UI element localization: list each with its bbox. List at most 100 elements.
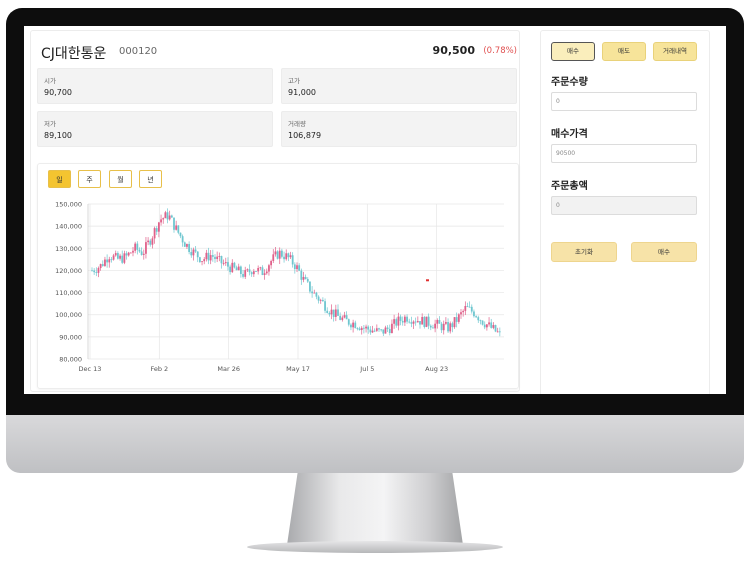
candle-body bbox=[455, 317, 458, 322]
candle-body bbox=[108, 259, 111, 263]
candle-body bbox=[498, 331, 501, 333]
stock-panel: CJ대한통운 000120 90,500 (0.78%) 시가 90,700 고… bbox=[30, 30, 520, 392]
candle-body bbox=[198, 257, 201, 262]
candle-body bbox=[291, 255, 294, 265]
candle-body bbox=[324, 301, 326, 311]
candle-body bbox=[237, 266, 240, 271]
candle-body bbox=[356, 328, 359, 329]
tab-sell[interactable]: 매도 bbox=[602, 42, 646, 61]
candle-body bbox=[270, 260, 273, 266]
low-value: 89,100 bbox=[44, 131, 72, 140]
x-tick-label: Dec 13 bbox=[79, 365, 102, 373]
candle-body bbox=[421, 316, 424, 325]
y-tick-label: 140,000 bbox=[55, 223, 82, 231]
candle-body bbox=[246, 269, 249, 271]
candle-body bbox=[479, 320, 482, 322]
candle-body bbox=[496, 331, 499, 333]
open-label: 시가 bbox=[44, 77, 56, 85]
monitor-stand bbox=[287, 473, 463, 545]
candlestick-chart[interactable]: 150,000 140,000 130,000 120,000 110,000 100,0… bbox=[38, 194, 516, 384]
period-button-month[interactable]: 월 bbox=[109, 170, 132, 188]
candle-body bbox=[304, 276, 307, 280]
candle-body bbox=[166, 212, 169, 220]
candle-body bbox=[341, 317, 344, 320]
candle-body bbox=[382, 329, 385, 334]
candle-body bbox=[201, 261, 203, 263]
candle-body bbox=[343, 315, 346, 318]
candle-body bbox=[106, 259, 109, 263]
candle-body bbox=[257, 268, 260, 272]
candle-body bbox=[321, 299, 324, 302]
candle-body bbox=[220, 256, 223, 264]
candle-body bbox=[235, 267, 238, 271]
candle-body bbox=[425, 316, 428, 327]
candle-body bbox=[466, 306, 469, 307]
order-panel: 매수 매도 거래내역 주문수량 0 매수가격 90500 주문총액 0 초기화 … bbox=[540, 30, 710, 394]
candle-body bbox=[334, 309, 337, 317]
buy-button[interactable]: 매수 bbox=[631, 242, 697, 262]
candle-body bbox=[160, 219, 162, 223]
candle-body bbox=[177, 225, 180, 233]
candle-body bbox=[436, 320, 439, 324]
candle-body bbox=[155, 228, 158, 232]
monitor-stand-base bbox=[247, 541, 503, 553]
candle-body bbox=[145, 242, 147, 254]
candle-body bbox=[119, 255, 121, 259]
candle-body bbox=[211, 255, 214, 257]
y-tick-label: 100,000 bbox=[55, 311, 82, 319]
candle-body bbox=[261, 267, 264, 276]
chart-card: 일 주 월 년 150,000 140,000 130,000 120,000 110,… bbox=[37, 163, 519, 389]
candle-body bbox=[110, 259, 113, 261]
candle-body bbox=[259, 267, 262, 269]
candle-body bbox=[179, 232, 182, 237]
candle-body bbox=[157, 222, 160, 232]
candle-body bbox=[300, 270, 303, 280]
candle-body bbox=[207, 252, 210, 261]
candle-body bbox=[451, 323, 454, 328]
candle-body bbox=[306, 279, 309, 282]
x-tick-label: Jul 5 bbox=[359, 365, 374, 373]
candle-body bbox=[138, 249, 141, 252]
candle-body bbox=[229, 266, 232, 273]
candle-body bbox=[378, 328, 380, 330]
candle-body bbox=[337, 309, 339, 316]
x-tick-label: Mar 26 bbox=[217, 365, 240, 373]
candle-body bbox=[399, 316, 402, 321]
candle-body bbox=[339, 315, 342, 320]
candle-body bbox=[170, 215, 173, 218]
candle-body bbox=[350, 324, 352, 328]
candle-body bbox=[406, 316, 408, 322]
candle-body bbox=[274, 251, 277, 255]
candle-body bbox=[142, 253, 145, 255]
candle-body bbox=[423, 316, 426, 327]
stock-name: CJ대한통운 bbox=[41, 46, 107, 62]
candle-body bbox=[190, 251, 193, 256]
candle-body bbox=[276, 251, 279, 259]
candle-body bbox=[475, 316, 478, 318]
candle-body bbox=[354, 322, 357, 329]
candle-body bbox=[222, 263, 225, 264]
candle-body bbox=[272, 254, 275, 261]
candle-body bbox=[233, 262, 236, 268]
candle-body bbox=[242, 273, 244, 277]
buy-price-label: 매수가격 bbox=[551, 129, 588, 140]
period-button-week[interactable]: 주 bbox=[78, 170, 101, 188]
candle-body bbox=[468, 306, 471, 308]
buy-price-input[interactable]: 90500 bbox=[551, 144, 697, 163]
quantity-input[interactable]: 0 bbox=[551, 92, 697, 111]
reset-button[interactable]: 초기화 bbox=[551, 242, 617, 262]
period-button-day[interactable]: 일 bbox=[48, 170, 71, 188]
x-axis-labels: Dec 13 Feb 2 Mar 26 May 17 Jul 5 Aug 23 bbox=[79, 365, 449, 373]
tab-history[interactable]: 거래내역 bbox=[653, 42, 697, 61]
period-button-year[interactable]: 년 bbox=[139, 170, 162, 188]
candle-body bbox=[492, 325, 495, 328]
candle-body bbox=[490, 322, 493, 328]
candle-body bbox=[136, 243, 139, 250]
candle-body bbox=[196, 251, 199, 258]
x-tick-label: Aug 23 bbox=[425, 365, 448, 373]
tab-buy[interactable]: 매수 bbox=[551, 42, 595, 61]
candle-body bbox=[280, 250, 283, 257]
candle-body bbox=[416, 321, 419, 323]
candle-body bbox=[419, 321, 421, 325]
candle-body bbox=[444, 322, 447, 324]
